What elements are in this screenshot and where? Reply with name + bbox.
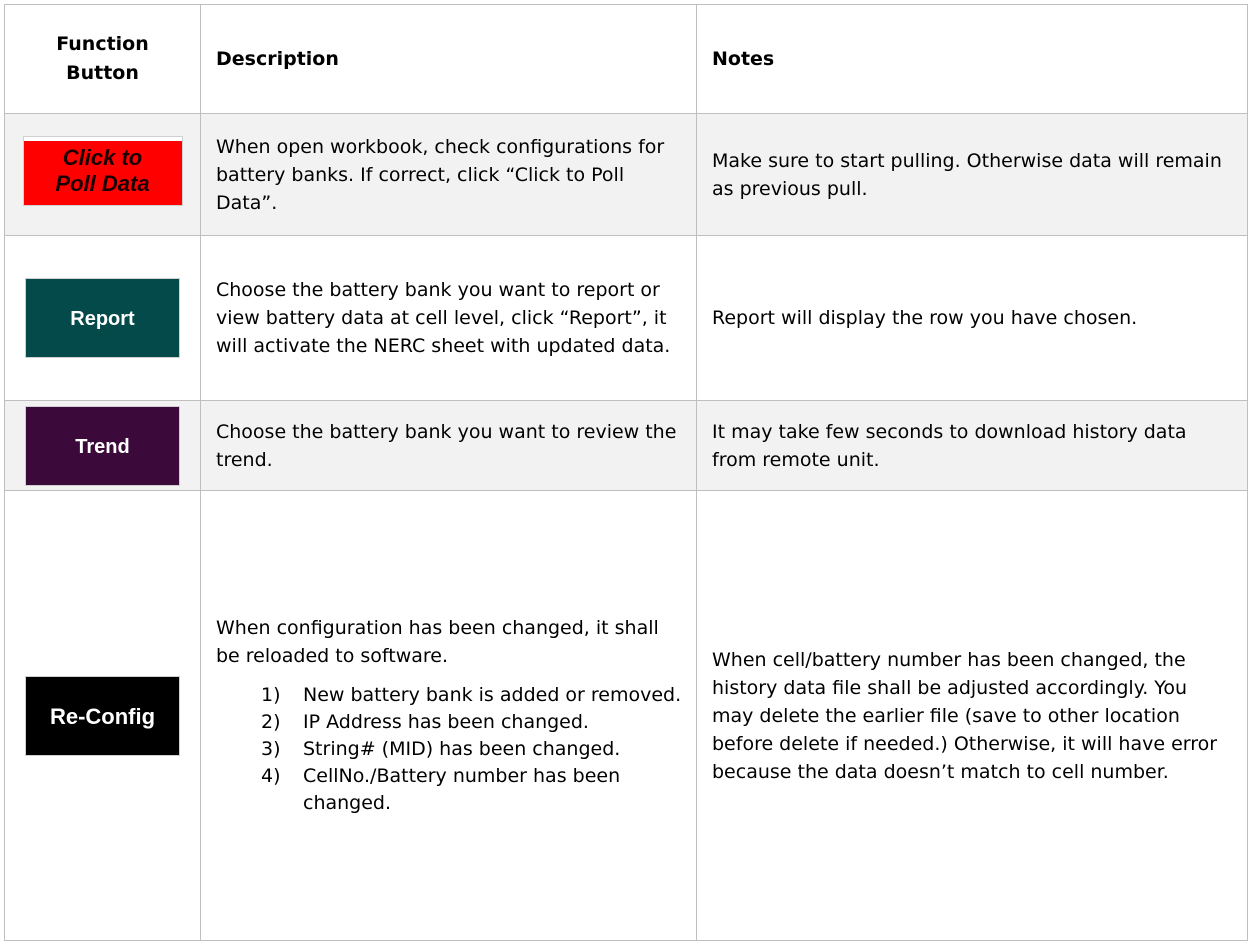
function-button-cell: Trend xyxy=(4,400,201,491)
description-cell: When configuration has been changed, it … xyxy=(200,490,697,941)
button-edge xyxy=(23,136,182,141)
list-item-text: String# (MID) has been changed. xyxy=(303,738,621,760)
list-item-number: 1) xyxy=(261,684,281,706)
poll-data-button-label-line1: Click to xyxy=(62,144,143,170)
table-row: Trend Choose the battery bank you want t… xyxy=(4,400,1248,491)
notes-text: When cell/battery number has been change… xyxy=(712,648,1218,783)
header-function-button-label: Function Button xyxy=(56,33,149,84)
function-button-cell: Re-Config xyxy=(4,490,201,941)
function-button-table: Function Button Description Notes Click … xyxy=(4,4,1248,941)
list-item-number: 2) xyxy=(261,711,281,733)
header-notes: Notes xyxy=(696,4,1248,114)
table-row: Re-Config When configuration has been ch… xyxy=(4,490,1248,941)
description-text: When configuration has been changed, it … xyxy=(201,614,696,817)
poll-data-button-label-line2: Poll Data xyxy=(55,170,150,196)
list-item: 3) String# (MID) has been changed. xyxy=(216,736,682,763)
notes-cell: Make sure to start pulling. Otherwise da… xyxy=(696,113,1248,236)
function-button-cell: Report xyxy=(4,235,201,401)
table-row: Click to Poll Data When open workbook, c… xyxy=(4,113,1248,236)
trend-button[interactable]: Trend xyxy=(25,405,180,486)
header-description-label: Description xyxy=(216,48,339,70)
notes-cell: It may take few seconds to download hist… xyxy=(696,400,1248,491)
poll-data-button[interactable]: Click to Poll Data xyxy=(22,135,183,206)
header-function-button: Function Button xyxy=(4,4,201,114)
notes-text: Report will display the row you have cho… xyxy=(712,307,1138,329)
notes-text: Make sure to start pulling. Otherwise da… xyxy=(712,149,1222,200)
function-button-cell: Click to Poll Data xyxy=(4,113,201,236)
description-text: When open workbook, check configurations… xyxy=(216,135,665,214)
description-cell: Choose the battery bank you want to revi… xyxy=(200,400,697,491)
description-text: Choose the battery bank you want to repo… xyxy=(216,279,671,357)
description-cell: Choose the battery bank you want to repo… xyxy=(200,235,697,401)
table-row: Report Choose the battery bank you want … xyxy=(4,235,1248,401)
list-item: 4) CellNo./Battery number has been chang… xyxy=(216,763,682,817)
list-item-number: 3) xyxy=(261,738,281,760)
notes-text: It may take few seconds to download hist… xyxy=(712,420,1187,471)
notes-cell: When cell/battery number has been change… xyxy=(696,490,1248,941)
list-item: 1) New battery bank is added or removed. xyxy=(216,682,682,709)
list-item-text: IP Address has been changed. xyxy=(303,711,589,733)
list-item-text: New battery bank is added or removed. xyxy=(303,684,682,706)
description-text: Choose the battery bank you want to revi… xyxy=(216,420,677,471)
list-item-number: 4) xyxy=(261,765,281,787)
report-button[interactable]: Report xyxy=(25,278,180,358)
reconfig-button[interactable]: Re-Config xyxy=(25,675,180,756)
header-notes-label: Notes xyxy=(712,48,775,70)
notes-cell: Report will display the row you have cho… xyxy=(696,235,1248,401)
table-header-row: Function Button Description Notes xyxy=(4,4,1248,114)
condition-list: 1) New battery bank is added or removed.… xyxy=(216,682,682,817)
header-description: Description xyxy=(200,4,697,114)
list-item-text: CellNo./Battery number has been changed. xyxy=(303,765,621,814)
list-item: 2) IP Address has been changed. xyxy=(216,709,682,736)
description-intro: When configuration has been changed, it … xyxy=(216,617,659,667)
description-cell: When open workbook, check configurations… xyxy=(200,113,697,236)
